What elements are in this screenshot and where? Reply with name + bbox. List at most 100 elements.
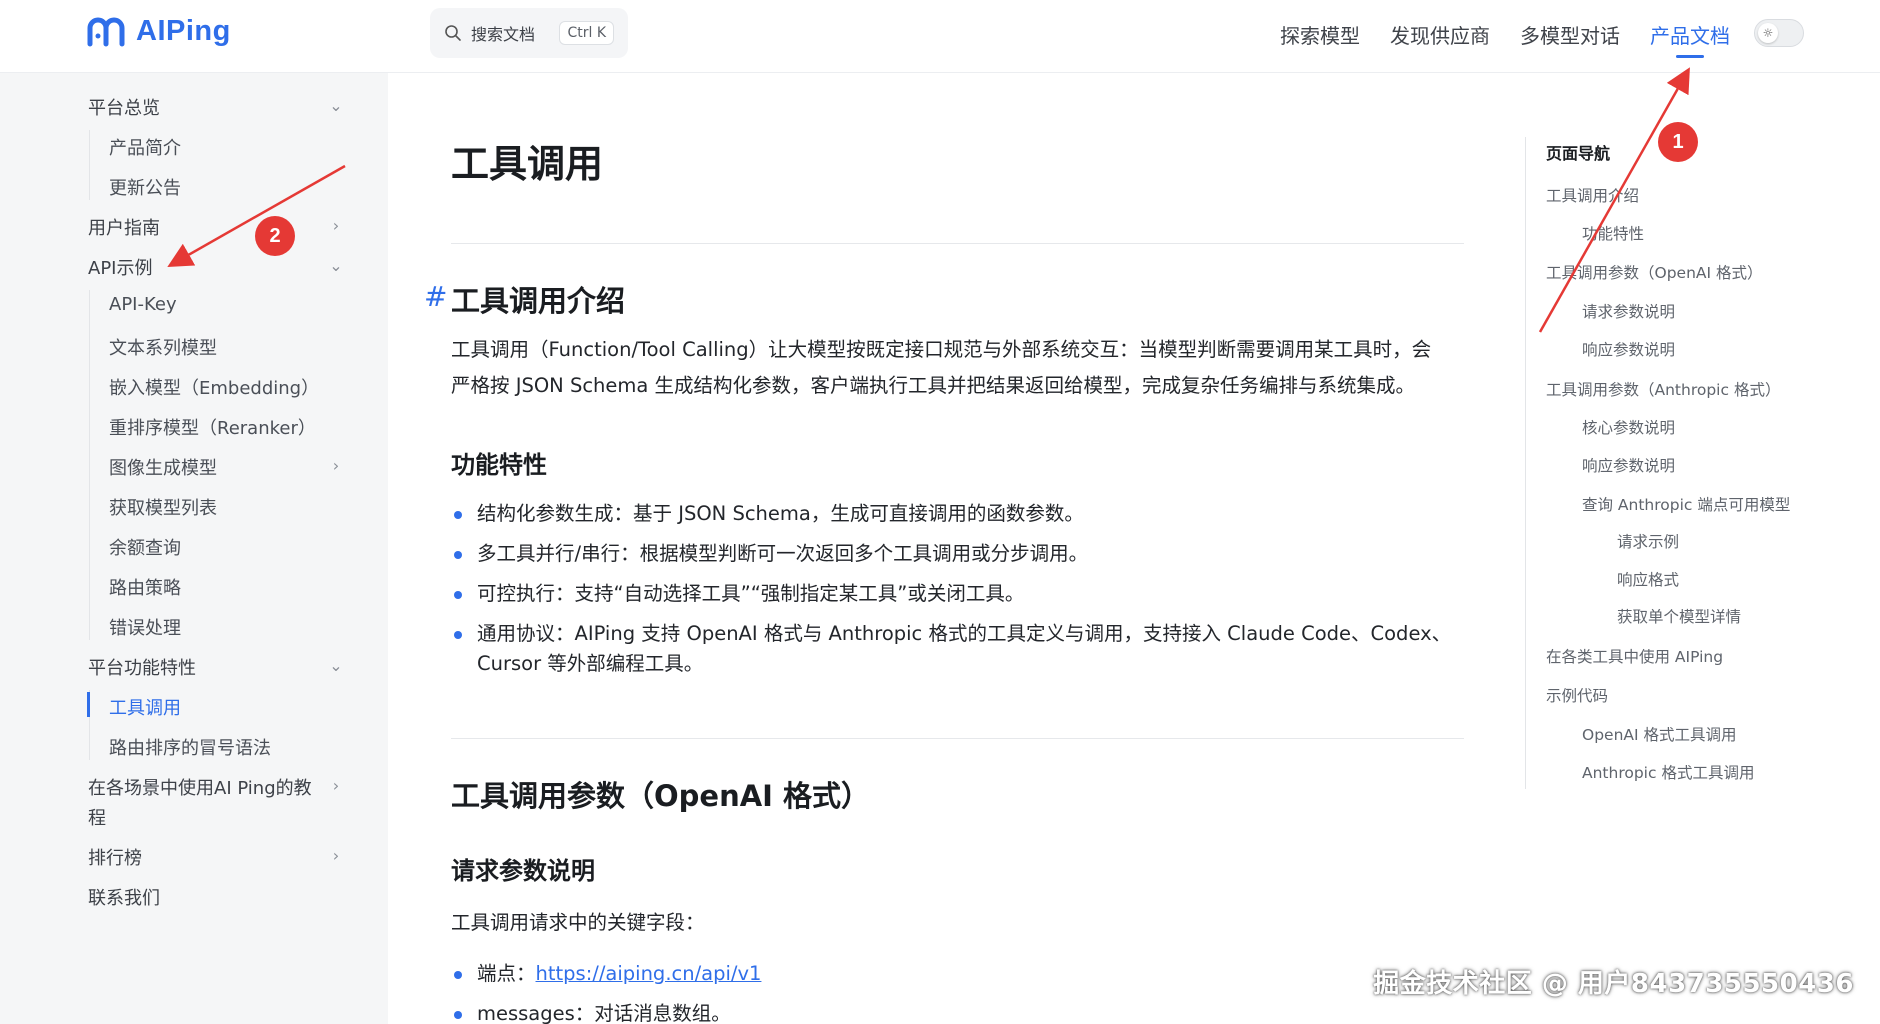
endpoint-item: 端点：https://aiping.cn/api/v1 xyxy=(451,959,1464,989)
toc-item[interactable]: 查询 Anthropic 端点可用模型 xyxy=(1582,493,1790,515)
chevron-down-icon[interactable]: ⌄ xyxy=(325,254,347,276)
toc-item[interactable]: 请求示例 xyxy=(1617,530,1679,552)
sidebar-item-api-key[interactable]: API-Key xyxy=(109,294,177,315)
sidebar-item-reranker[interactable]: 重排序模型（Reranker） xyxy=(109,414,316,440)
sidebar-rail xyxy=(89,290,90,640)
feature-item: 通用协议：AIPing 支持 OpenAI 格式与 Anthropic 格式的工… xyxy=(451,619,1464,679)
toc-item[interactable]: 在各类工具中使用 AIPing xyxy=(1546,645,1723,667)
sidebar-item-model-list[interactable]: 获取模型列表 xyxy=(109,494,217,520)
sidebar-item-user-guide[interactable]: 用户指南 xyxy=(88,214,160,240)
top-nav: 探索模型 发现供应商 多模型对话 产品文档 xyxy=(1280,20,1730,56)
sidebar-item-label: 嵌入模型（Embedding） xyxy=(109,378,320,399)
endpoint-label: 端点： xyxy=(477,962,536,985)
search-placeholder: 搜索文档 xyxy=(471,25,536,44)
nav-multi-chat[interactable]: 多模型对话 xyxy=(1520,20,1620,56)
sidebar-item-label: 重排序模型（Reranker） xyxy=(109,418,316,439)
divider xyxy=(451,738,1464,739)
page-title: 工具调用 xyxy=(451,142,604,186)
search-box[interactable]: 搜索文档 Ctrl K xyxy=(430,8,628,58)
toc-item[interactable]: 请求参数说明 xyxy=(1582,300,1675,322)
sidebar-item-platform-overview[interactable]: 平台总览 xyxy=(88,94,160,120)
toc-title: 页面导航 xyxy=(1546,144,1611,163)
theme-toggle[interactable]: ☼ xyxy=(1754,19,1804,47)
sidebar-item-balance[interactable]: 余额查询 xyxy=(109,534,181,560)
toc-item[interactable]: 工具调用介绍 xyxy=(1546,184,1639,206)
sidebar-item-label: 程 xyxy=(88,808,106,829)
request-params-intro: 工具调用请求中的关键字段： xyxy=(451,911,705,934)
toc-rail xyxy=(1525,137,1526,789)
nav-explore-models[interactable]: 探索模型 xyxy=(1280,20,1360,56)
sidebar-item-scenario-tutorials[interactable]: 在各场景中使用AI Ping的教 程 xyxy=(88,774,312,834)
chevron-down-icon[interactable]: ⌄ xyxy=(325,654,347,676)
chevron-right-icon[interactable]: › xyxy=(325,214,347,236)
sidebar-item-label: 错误处理 xyxy=(109,618,181,639)
sidebar-item-contact[interactable]: 联系我们 xyxy=(88,884,160,910)
sidebar-item-label: 余额查询 xyxy=(109,538,181,559)
annotation-badge-2: 2 xyxy=(255,216,295,256)
sidebar-item-image-models[interactable]: 图像生成模型 xyxy=(109,454,217,480)
section-heading-intro: 工具调用介绍 xyxy=(451,284,626,318)
toc-item[interactable]: OpenAI 格式工具调用 xyxy=(1582,723,1737,745)
toc-item[interactable]: 示例代码 xyxy=(1546,684,1608,706)
endpoint-link[interactable]: https://aiping.cn/api/v1 xyxy=(536,962,762,985)
request-params-heading: 请求参数说明 xyxy=(451,857,595,885)
sidebar-item-product-intro[interactable]: 产品简介 xyxy=(109,134,181,160)
toc-item[interactable]: 工具调用参数（Anthropic 格式） xyxy=(1546,378,1780,400)
sidebar-item-label: 联系我们 xyxy=(88,888,160,909)
toc-item[interactable]: 获取单个模型详情 xyxy=(1617,605,1741,627)
features-heading: 功能特性 xyxy=(451,451,547,479)
feature-item: 多工具并行/串行：根据模型判断可一次返回多个工具调用或分步调用。 xyxy=(451,539,1464,569)
logo[interactable]: AIPing xyxy=(86,14,231,48)
chevron-right-icon[interactable]: › xyxy=(325,844,347,866)
feature-item: 可控执行：支持“自动选择工具”“强制指定某工具”或关闭工具。 xyxy=(451,579,1464,609)
nav-providers[interactable]: 发现供应商 xyxy=(1390,20,1490,56)
sidebar-item-routing[interactable]: 路由策略 xyxy=(109,574,181,600)
toc-item[interactable]: 响应格式 xyxy=(1617,568,1679,590)
main-content: 工具调用 # 工具调用介绍 工具调用（Function/Tool Calling… xyxy=(388,73,1488,1024)
sidebar-item-label: 平台总览 xyxy=(88,98,160,119)
sidebar-item-label: 文本系列模型 xyxy=(109,338,217,359)
sidebar-item-platform-features[interactable]: 平台功能特性 xyxy=(88,654,196,680)
chevron-right-icon[interactable]: › xyxy=(325,454,347,476)
intro-line-1: 工具调用（Function/Tool Calling）让大模型按既定接口规范与外… xyxy=(451,338,1432,361)
sidebar-item-label: 用户指南 xyxy=(88,218,160,239)
sidebar-item-tool-calling[interactable]: 工具调用 xyxy=(109,694,181,720)
sidebar-item-errors[interactable]: 错误处理 xyxy=(109,614,181,640)
sidebar-item-label: 工具调用 xyxy=(109,698,181,719)
sidebar-item-label: 路由策略 xyxy=(109,578,181,599)
sidebar-item-label: API-Key xyxy=(109,294,177,315)
sidebar-item-text-models[interactable]: 文本系列模型 xyxy=(109,334,217,360)
toc-item[interactable]: 响应参数说明 xyxy=(1582,338,1675,360)
watermark: 掘金技术社区 @ 用户843735550436 xyxy=(1373,969,1854,999)
toc-item[interactable]: 功能特性 xyxy=(1582,222,1644,244)
divider xyxy=(451,243,1464,244)
feature-item-line: 通用协议：AIPing 支持 OpenAI 格式与 Anthropic 格式的工… xyxy=(477,622,1452,645)
sidebar-item-label: 获取模型列表 xyxy=(109,498,217,519)
sidebar-item-label: 路由排序的冒号语法 xyxy=(109,738,271,759)
sidebar-item-label: API示例 xyxy=(88,258,153,279)
sidebar-item-label: 更新公告 xyxy=(109,178,181,199)
toc-item[interactable]: 响应参数说明 xyxy=(1582,454,1675,476)
anchor-link[interactable]: # xyxy=(424,280,447,313)
chevron-right-icon[interactable]: › xyxy=(325,774,347,796)
intro-line-2: 严格按 JSON Schema 生成结构化参数，客户端执行工具并把结果返回给模型… xyxy=(451,374,1416,397)
sidebar-item-leaderboard[interactable]: 排行榜 xyxy=(88,844,142,870)
section-heading-openai: 工具调用参数（OpenAI 格式） xyxy=(451,779,871,813)
sidebar-item-changelog[interactable]: 更新公告 xyxy=(109,174,181,200)
toc-item[interactable]: Anthropic 格式工具调用 xyxy=(1582,761,1754,783)
logo-text: AIPing xyxy=(136,14,231,47)
sidebar-item-colon-syntax[interactable]: 路由排序的冒号语法 xyxy=(109,734,271,760)
sidebar-item-api-examples[interactable]: API示例 xyxy=(88,254,152,280)
nav-docs[interactable]: 产品文档 xyxy=(1650,20,1730,56)
toc-item[interactable]: 工具调用参数（OpenAI 格式） xyxy=(1546,261,1763,283)
sidebar-item-label: 排行榜 xyxy=(88,848,142,869)
active-indicator xyxy=(87,692,90,717)
toc-item[interactable]: 核心参数说明 xyxy=(1582,416,1675,438)
search-shortcut: Ctrl K xyxy=(559,21,614,45)
sidebar-item-label: 产品简介 xyxy=(109,138,181,159)
top-header: AIPing 搜索文档 Ctrl K 探索模型 发现供应商 多模型对话 产品文档… xyxy=(0,0,1880,73)
sidebar-item-label: 在各场景中使用AI Ping的教 xyxy=(88,778,312,799)
chevron-down-icon[interactable]: ⌄ xyxy=(325,94,347,116)
feature-item: 结构化参数生成：基于 JSON Schema，生成可直接调用的函数参数。 xyxy=(451,499,1464,529)
sidebar-item-embedding[interactable]: 嵌入模型（Embedding） xyxy=(109,374,319,400)
